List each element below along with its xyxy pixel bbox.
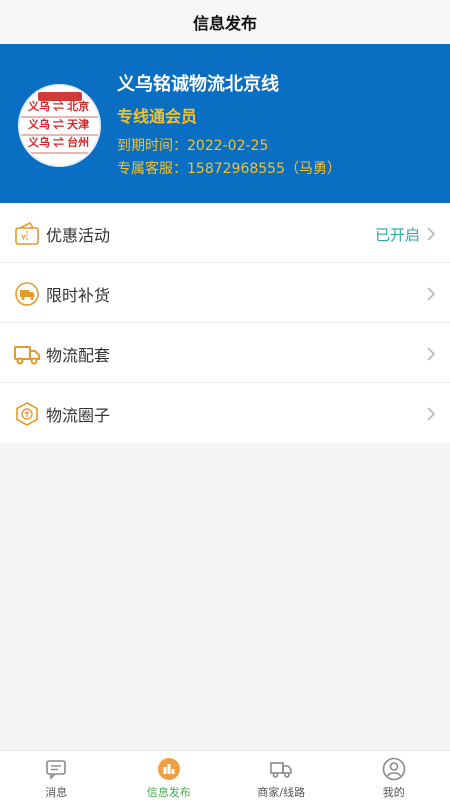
tab-merchants-routes[interactable]: 商家/线路 [225, 751, 338, 800]
tab-label-messages: 消息 [45, 786, 68, 799]
menu-item-promotions[interactable]: ¥ 优惠活动 已开启 [0, 203, 450, 263]
circle-icon [16, 402, 38, 426]
avatar-route-beijing: 义乌 ⇌ 北京 [28, 101, 90, 113]
tab-mine[interactable]: 我的 [338, 751, 450, 800]
bottom-tabbar: 消息 信息发布 商家/线路 我的 [0, 750, 450, 800]
member-level: 专线通会员 [117, 107, 198, 126]
company-name: 义乌铭诚物流北京线 [117, 74, 279, 95]
expire-date: 到期时间：2022-02-25 [117, 138, 269, 154]
tab-label-merchants-routes: 商家/线路 [257, 786, 306, 799]
menu-label-logistics-circle: 物流圈子 [46, 406, 111, 425]
avatar-route-tianjin: 义乌 ⇌ 天津 [28, 119, 90, 131]
chevron-right-icon [427, 287, 436, 301]
company-avatar[interactable]: 义乌 ⇌ 北京 义乌 ⇌ 天津 义乌 ⇌ 台州 [18, 84, 101, 167]
profile-banner[interactable]: 义乌 ⇌ 北京 义乌 ⇌ 天津 义乌 ⇌ 台州 义乌铭诚物流北京线 专线通会员 … [0, 44, 450, 203]
message-icon [46, 760, 67, 780]
tab-label-mine: 我的 [382, 786, 405, 799]
menu-label-promotions: 优惠活动 [46, 226, 111, 245]
coupon-icon: ¥ [15, 221, 39, 245]
tab-label-publish: 信息发布 [146, 786, 191, 799]
publish-icon [157, 758, 180, 780]
tab-publish[interactable]: 信息发布 [113, 751, 226, 800]
menu-item-logistics-circle[interactable]: 物流圈子 [0, 383, 450, 443]
chevron-right-icon [427, 227, 436, 241]
menu-item-logistics-support[interactable]: 物流配套 [0, 323, 450, 383]
user-icon [382, 757, 406, 781]
chevron-right-icon [427, 407, 436, 421]
truck-icon [14, 346, 40, 365]
menu-label-restock: 限时补货 [46, 286, 111, 305]
service-contact[interactable]: 专属客服：15872968555（马勇） [117, 158, 341, 178]
delivery-icon [270, 762, 293, 778]
top-navbar: 信息发布 [0, 0, 450, 44]
svg-text:¥: ¥ [21, 233, 26, 242]
restock-icon [15, 282, 39, 306]
page-title: 信息发布 [192, 14, 257, 33]
chevron-right-icon [427, 347, 436, 361]
menu-label-logistics-support: 物流配套 [46, 346, 111, 365]
menu-item-restock[interactable]: 限时补货 [0, 263, 450, 323]
tab-messages[interactable]: 消息 [0, 751, 113, 800]
promotions-status: 已开启 [374, 226, 420, 244]
avatar-route-taizhou: 义乌 ⇌ 台州 [28, 137, 90, 149]
feature-menu: ¥ 优惠活动 已开启 限时补货 物流配套 物流圈子 [0, 203, 450, 443]
avatar-logo-image: 义乌 ⇌ 北京 义乌 ⇌ 天津 义乌 ⇌ 台州 [20, 86, 99, 165]
